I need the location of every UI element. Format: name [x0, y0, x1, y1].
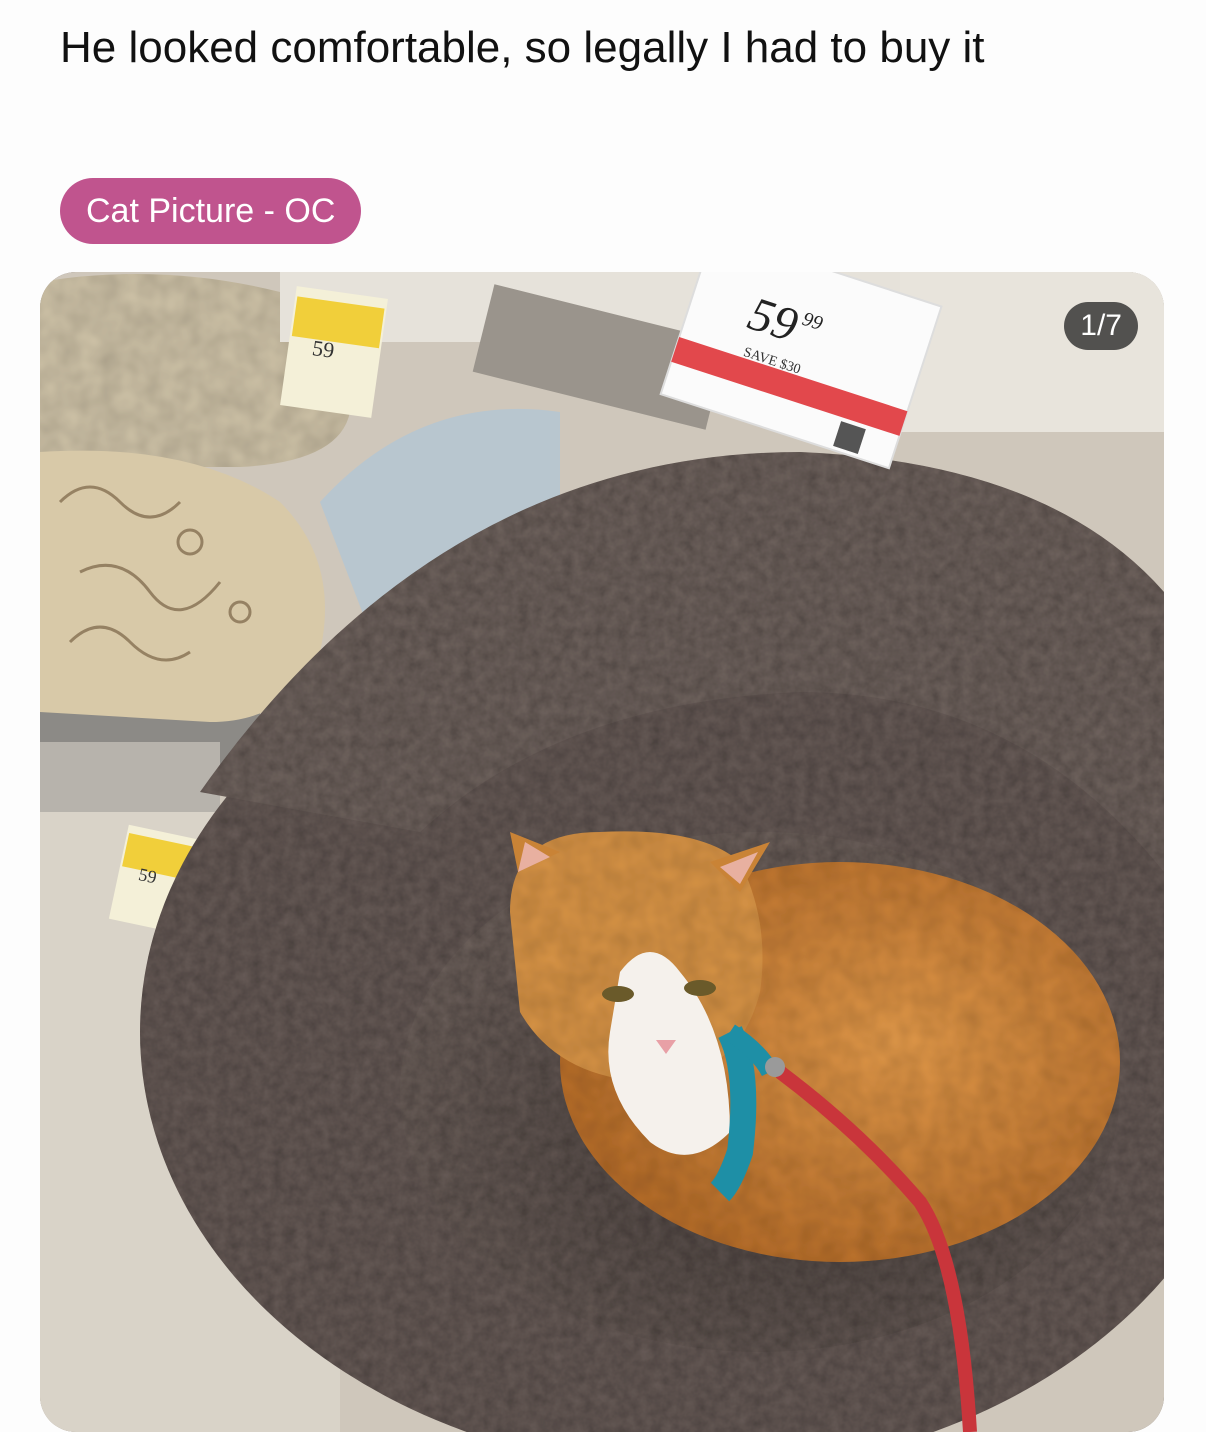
- post-flair[interactable]: Cat Picture - OC: [60, 178, 362, 244]
- gallery-counter: 1/7: [1064, 302, 1138, 350]
- shelf-price-text: 59: [311, 335, 336, 363]
- cat-in-bed-photo: 59 59 59 99 SAVE $30: [40, 272, 1164, 1432]
- shelf-price-tag: 59: [280, 286, 388, 418]
- post-title[interactable]: He looked comfortable, so legally I had …: [60, 16, 1160, 80]
- gallery-image[interactable]: 59 59 59 99 SAVE $30 1/7: [40, 272, 1164, 1432]
